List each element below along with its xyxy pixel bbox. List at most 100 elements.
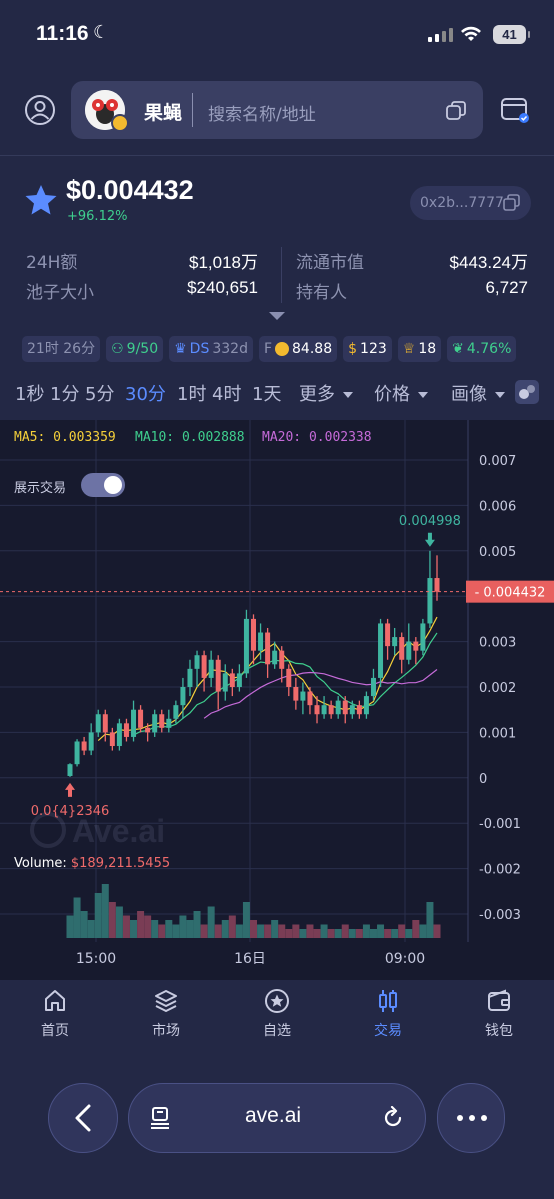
- token-name: 果蝇: [144, 102, 183, 124]
- candle-body: [166, 718, 172, 728]
- chef-hat-icon: ♛: [174, 341, 187, 357]
- volume-bar: [242, 902, 250, 938]
- candle-body: [102, 714, 108, 733]
- volume-bar: [108, 902, 116, 938]
- candle-body: [321, 705, 327, 715]
- volume-bar: [377, 924, 385, 938]
- price-chart-area[interactable]: Ave.ai 0.0070.0060.0050.0040.0030.0020.0…: [0, 420, 554, 980]
- x-tick-label: 09:00: [385, 951, 425, 967]
- user-profile-icon[interactable]: [24, 94, 56, 126]
- candle-body: [314, 705, 320, 715]
- indicator-settings-button[interactable]: [515, 380, 539, 404]
- volume-bar: [384, 929, 392, 938]
- trophy-badge: ♕ 18: [397, 336, 442, 362]
- ma10-label: MA10: 0.002888: [135, 430, 245, 445]
- candlestick-chart[interactable]: Ave.ai 0.0070.0060.0050.0040.0030.0020.0…: [0, 420, 554, 980]
- candle-body: [258, 632, 264, 651]
- dexscreener-badge[interactable]: ♛ DS 332d: [169, 336, 253, 362]
- chevron-left-icon: [75, 1104, 91, 1132]
- stat-label-pool: 池子大小: [26, 283, 94, 303]
- chevron-down-icon: [418, 392, 428, 398]
- candle-body: [173, 705, 179, 719]
- candle-body: [265, 632, 271, 665]
- timeframe-30m[interactable]: 30分: [125, 380, 166, 406]
- candle-body: [356, 705, 362, 715]
- timeframe-1m[interactable]: 1分: [50, 380, 79, 406]
- nav-market-label: 市场: [152, 1023, 180, 1039]
- reload-icon[interactable]: [381, 1106, 405, 1130]
- nav-trade[interactable]: 交易: [333, 988, 443, 1040]
- timeframe-5m[interactable]: 5分: [85, 380, 114, 406]
- x-tick-label: 16日: [234, 951, 266, 967]
- candle-body: [138, 709, 144, 728]
- browser-more-button[interactable]: [437, 1083, 505, 1153]
- nav-home[interactable]: 首页: [0, 988, 110, 1040]
- y-tick-label: -0.002: [479, 863, 521, 878]
- y-tick-label: 0.001: [479, 726, 516, 741]
- moon-icon: ☾: [93, 22, 110, 43]
- candle-body: [215, 659, 221, 692]
- favorite-star-icon[interactable]: [24, 184, 58, 216]
- nav-watchlist-label: 自选: [263, 1023, 291, 1039]
- candle-body: [363, 696, 369, 715]
- candle-body: [272, 650, 278, 665]
- volume-bar: [130, 920, 138, 938]
- profile-label: 画像: [451, 384, 487, 405]
- volume-bar: [299, 929, 307, 938]
- more-dropdown[interactable]: 更多: [299, 380, 353, 406]
- stat-label-volume: 24H额: [26, 253, 78, 273]
- status-time: 11:16: [36, 22, 89, 45]
- wifi-icon: [461, 26, 481, 41]
- volume-bar: [235, 924, 243, 938]
- search-input[interactable]: 搜索名称/地址: [208, 100, 316, 125]
- volume-title: Volume:: [14, 856, 71, 871]
- timeframe-4h[interactable]: 4时: [212, 380, 241, 406]
- volume-bar: [419, 924, 427, 938]
- current-price-label: - 0.004432: [475, 586, 546, 601]
- stat-value-pool: $240,651: [187, 278, 258, 297]
- candle-body: [187, 668, 193, 687]
- copy-icon[interactable]: [445, 100, 467, 122]
- timeframe-1s[interactable]: 1秒: [15, 380, 44, 406]
- volume-bar: [426, 902, 434, 938]
- nav-wallet-label: 钱包: [485, 1023, 513, 1039]
- more-dots-icon: [457, 1115, 487, 1121]
- money-bag-count: 123: [360, 341, 387, 357]
- volume-bar: [186, 920, 194, 938]
- candle-body: [349, 705, 355, 715]
- nav-wallet[interactable]: 钱包: [444, 988, 554, 1040]
- y-tick-label: 0.002: [479, 681, 516, 696]
- search-divider: [192, 93, 193, 127]
- gold-coin-icon: [275, 342, 290, 356]
- money-bag-badge: $123: [343, 336, 392, 362]
- profile-dropdown[interactable]: 画像: [451, 380, 505, 406]
- candle-body: [385, 623, 391, 647]
- home-icon: [45, 990, 65, 1011]
- candle-body: [293, 687, 299, 701]
- price-dropdown[interactable]: 价格: [374, 380, 428, 406]
- volume-bar: [151, 920, 159, 938]
- candle-body: [123, 723, 129, 737]
- timeframe-1d[interactable]: 1天: [252, 380, 281, 406]
- expand-stats-icon[interactable]: [269, 312, 285, 320]
- y-tick-label: 0.006: [479, 499, 516, 514]
- nav-watchlist[interactable]: 自选: [222, 988, 332, 1040]
- token-search-bar[interactable]: 果蝇 搜索名称/地址: [71, 81, 483, 139]
- browser-back-button[interactable]: [48, 1083, 118, 1153]
- timeframe-1h[interactable]: 1时: [177, 380, 206, 406]
- wallet-connect-icon[interactable]: [500, 96, 530, 124]
- volume-bar: [362, 924, 370, 938]
- high-price-label: 0.004998: [399, 514, 461, 529]
- y-tick-label: 0.005: [479, 545, 516, 560]
- volume-bar: [355, 929, 363, 938]
- chevron-down-icon: [343, 392, 353, 398]
- signal-icon: [428, 28, 453, 42]
- candle-body: [67, 764, 73, 776]
- x-tick-label: 15:00: [76, 951, 116, 967]
- contract-address-button[interactable]: 0x2b...7777: [410, 186, 531, 220]
- volume-label: Volume: $189,211.5455: [14, 856, 170, 871]
- volume-bar: [250, 920, 257, 938]
- volume-bar: [158, 924, 166, 938]
- show-trades-toggle[interactable]: [81, 473, 125, 497]
- nav-market[interactable]: 市场: [111, 988, 221, 1040]
